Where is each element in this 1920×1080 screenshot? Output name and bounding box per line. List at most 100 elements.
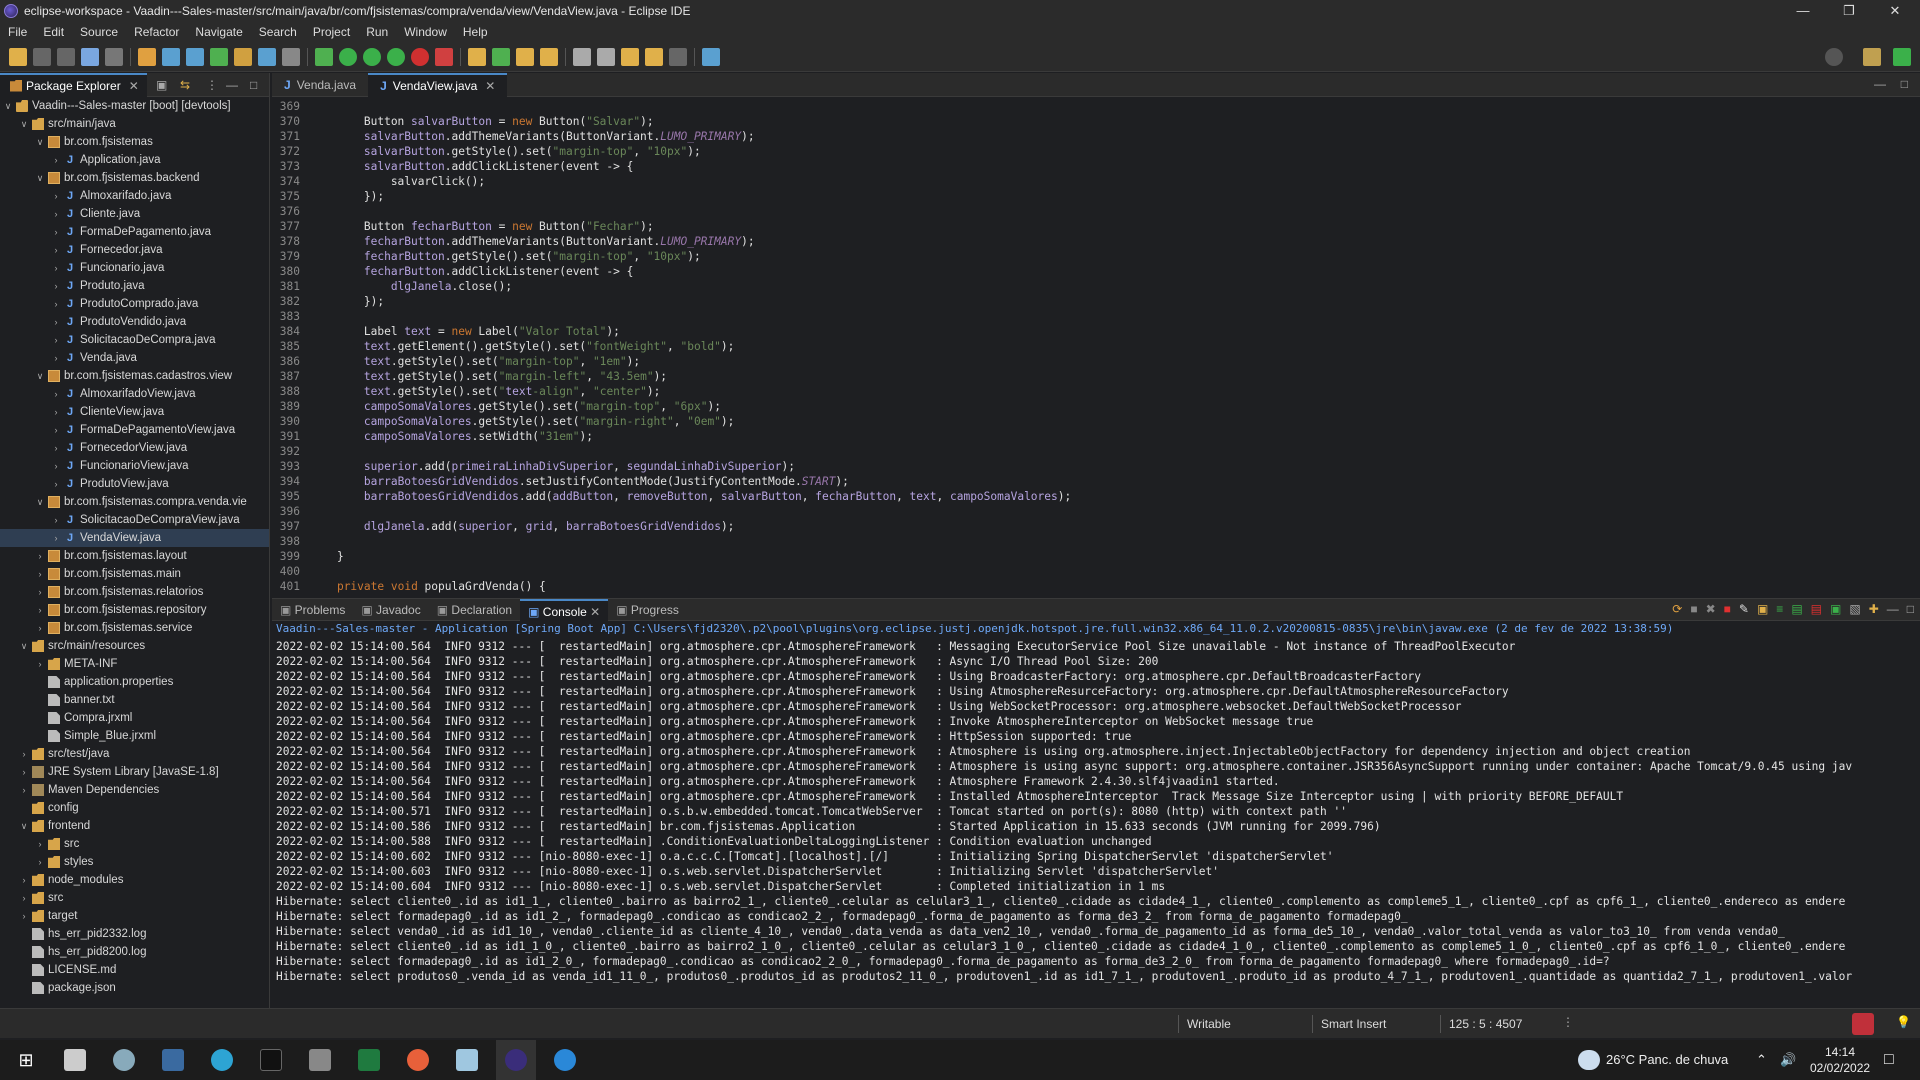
terminal-icon[interactable] (81, 47, 99, 66)
tree-item[interactable]: › J FornecedorView.java (0, 439, 269, 457)
code-line[interactable]: 395 barraBotoesGridVendidos.add(addButto… (272, 489, 1920, 504)
collapsed-chevron-icon[interactable]: › (50, 349, 62, 367)
tree-item[interactable]: banner.txt (0, 691, 269, 709)
tree-item[interactable]: › J ClienteView.java (0, 403, 269, 421)
code-line[interactable]: 377 Button fecharButton = new Button("Fe… (272, 219, 1920, 234)
collapsed-chevron-icon[interactable]: › (34, 547, 46, 565)
tree-item[interactable]: config (0, 799, 269, 817)
tree-item[interactable]: Simple_Blue.jrxml (0, 727, 269, 745)
code-line[interactable]: 397 dlgJanela.add(superior, grid, barraB… (272, 519, 1920, 534)
tree-item[interactable]: › J VendaView.java (0, 529, 269, 547)
status-menu-icon[interactable]: ⋮ (1562, 1015, 1574, 1029)
new-package-icon[interactable] (468, 47, 486, 66)
code-line[interactable]: 396 (272, 504, 1920, 519)
code-line[interactable]: 374 salvarClick(); (272, 174, 1920, 189)
debug-icon[interactable] (315, 47, 333, 66)
close-tab-icon[interactable]: ✕ (485, 79, 495, 93)
maximize-view-icon[interactable]: □ (250, 78, 257, 92)
tab-package-explorer[interactable]: Package Explorer ✕ (0, 72, 147, 97)
code-line[interactable]: 391 campoSomaValores.setWidth("31em"); (272, 429, 1920, 444)
menu-source[interactable]: Source (72, 25, 126, 39)
collapsed-chevron-icon[interactable]: › (50, 511, 62, 529)
firefox-icon[interactable] (398, 1040, 438, 1080)
close-icon[interactable]: ✕ (129, 79, 139, 93)
settings-icon[interactable] (104, 1040, 144, 1080)
code-line[interactable]: 372 salvarButton.getStyle().set("margin-… (272, 144, 1920, 159)
collapsed-chevron-icon[interactable]: › (34, 655, 46, 673)
code-line[interactable]: 371 salvarButton.addThemeVariants(Button… (272, 129, 1920, 144)
tab-progress[interactable]: ▣ Progress (608, 599, 687, 621)
terminal-app-icon[interactable] (251, 1040, 291, 1080)
notes-icon[interactable] (447, 1040, 487, 1080)
collapsed-chevron-icon[interactable]: › (18, 907, 30, 925)
tree-item[interactable]: › J Application.java (0, 151, 269, 169)
tree-item[interactable]: › br.com.fjsistemas.relatorios (0, 583, 269, 601)
tree-item[interactable]: › src (0, 889, 269, 907)
collapsed-chevron-icon[interactable]: › (18, 763, 30, 781)
pin-icon[interactable]: ▣ (1830, 602, 1841, 616)
open-console-icon[interactable]: ✚ (1869, 602, 1879, 616)
wrap-icon[interactable] (258, 47, 276, 66)
close-button[interactable]: ✕ (1872, 0, 1918, 22)
collapsed-chevron-icon[interactable]: › (50, 403, 62, 421)
minimize-editor-icon[interactable]: — (1874, 77, 1886, 91)
open-type-icon[interactable] (516, 47, 534, 66)
tree-item[interactable]: › J SolicitacaoDeCompraView.java (0, 511, 269, 529)
collapsed-chevron-icon[interactable]: › (50, 187, 62, 205)
editor-tab[interactable]: J VendaView.java ✕ (368, 72, 508, 97)
collapsed-chevron-icon[interactable]: › (18, 871, 30, 889)
tree-item[interactable]: ∨ br.com.fjsistemas.cadastros.view (0, 367, 269, 385)
collapsed-chevron-icon[interactable]: › (18, 745, 30, 763)
tree-item[interactable]: › J Produto.java (0, 277, 269, 295)
tree-item[interactable]: › J ProdutoComprado.java (0, 295, 269, 313)
code-line[interactable]: 378 fecharButton.addThemeVariants(Button… (272, 234, 1920, 249)
code-line[interactable]: 376 (272, 204, 1920, 219)
tree-item[interactable]: › JRE System Library [JavaSE-1.8] (0, 763, 269, 781)
edge-icon[interactable] (202, 1040, 242, 1080)
code-line[interactable]: 384 Label text = new Label("Valor Total"… (272, 324, 1920, 339)
collapsed-chevron-icon[interactable]: › (34, 853, 46, 871)
tree-item[interactable]: application.properties (0, 673, 269, 691)
hierarchy-icon[interactable] (186, 47, 204, 66)
collapsed-chevron-icon[interactable]: › (50, 457, 62, 475)
minimize-console-icon[interactable]: — (1887, 602, 1899, 616)
expanded-chevron-icon[interactable]: ∨ (18, 637, 30, 655)
remove-all-icon[interactable]: ✖ (1706, 602, 1716, 616)
expanded-chevron-icon[interactable]: ∨ (34, 169, 46, 187)
eclipse-taskbar-icon[interactable] (496, 1040, 536, 1080)
next-annotation-icon[interactable] (597, 47, 615, 66)
calculator-icon[interactable] (300, 1040, 340, 1080)
code-line[interactable]: 373 salvarButton.addClickListener(event … (272, 159, 1920, 174)
collapsed-chevron-icon[interactable]: › (50, 151, 62, 169)
view-menu-icon[interactable]: ⋮ (206, 78, 218, 92)
code-line[interactable]: 393 superior.add(primeiraLinhaDivSuperio… (272, 459, 1920, 474)
tree-item[interactable]: › J FuncionarioView.java (0, 457, 269, 475)
collapsed-chevron-icon[interactable]: › (50, 205, 62, 223)
menu-search[interactable]: Search (251, 25, 305, 39)
code-line[interactable]: 388 text.getStyle().set("text-align", "c… (272, 384, 1920, 399)
expanded-chevron-icon[interactable]: ∨ (34, 493, 46, 511)
restore-button[interactable]: ❐ (1826, 0, 1872, 22)
minimize-view-icon[interactable]: — (226, 78, 238, 92)
tree-item[interactable]: › src/test/java (0, 745, 269, 763)
remove-launch-icon[interactable]: ■ (1690, 602, 1697, 616)
collapsed-chevron-icon[interactable]: › (50, 223, 62, 241)
code-line[interactable]: 382 }); (272, 294, 1920, 309)
expanded-chevron-icon[interactable]: ∨ (18, 115, 30, 133)
collapsed-chevron-icon[interactable]: › (50, 277, 62, 295)
annotation-icon[interactable] (573, 47, 591, 66)
tree-item[interactable]: › br.com.fjsistemas.layout (0, 547, 269, 565)
new-icon[interactable] (9, 47, 27, 66)
collapse-all-icon[interactable]: ▣ (156, 78, 167, 92)
expanded-chevron-icon[interactable]: ∨ (18, 817, 30, 835)
tree-item[interactable]: › src (0, 835, 269, 853)
quick-access-icon[interactable] (1825, 48, 1843, 66)
pin-console-icon[interactable]: ⟳ (1672, 602, 1682, 616)
external-tools-icon[interactable] (387, 47, 405, 66)
tree-item[interactable]: › Maven Dependencies (0, 781, 269, 799)
collapsed-chevron-icon[interactable]: › (50, 259, 62, 277)
tree-item[interactable]: › J AlmoxarifadoView.java (0, 385, 269, 403)
tree-item[interactable]: Compra.jrxml (0, 709, 269, 727)
run-icon[interactable] (339, 47, 357, 66)
code-line[interactable]: 369 (272, 99, 1920, 114)
